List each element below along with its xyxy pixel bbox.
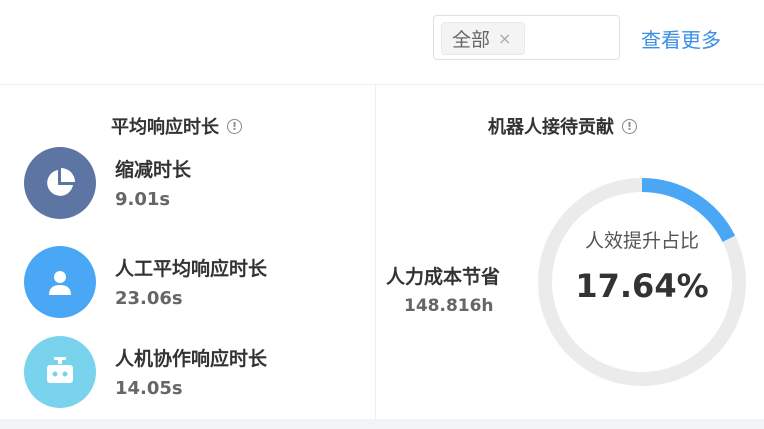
info-icon[interactable]: !: [622, 118, 637, 134]
stats-card: 全部 × 查看更多 平均响应时长 ! 缩减时长 9.01s 人工平均响应时长 2…: [0, 0, 764, 419]
metric-value: 9.01s: [115, 189, 171, 210]
cost-saving-label: 人力成本节省: [386, 266, 501, 288]
metric-label: 缩减时长: [115, 159, 192, 181]
metric-label: 人机协作响应时长: [115, 348, 268, 370]
ring-center: 人效提升占比 17.64%: [575, 225, 709, 305]
scope-tag: 全部 ×: [441, 22, 525, 55]
view-more-link[interactable]: 查看更多: [641, 24, 721, 53]
close-icon[interactable]: ×: [498, 29, 511, 48]
user-icon: [24, 246, 96, 318]
cost-saving-value: 148.816h: [404, 296, 494, 316]
robot-contribution-title: 机器人接待贡献 !: [488, 113, 637, 139]
ring-value: 17.64%: [575, 267, 709, 305]
column-divider: [375, 85, 376, 419]
metric-value: 14.05s: [115, 378, 183, 399]
robot-glyph: [47, 357, 73, 383]
scope-tag-label: 全部: [452, 29, 491, 51]
metric-value: 23.06s: [115, 288, 183, 309]
scope-select[interactable]: 全部 ×: [433, 15, 620, 60]
ring-label: 人效提升占比: [584, 230, 699, 252]
info-icon[interactable]: !: [227, 118, 242, 134]
user-glyph: [49, 271, 71, 295]
robot-contribution-title-text: 机器人接待贡献: [488, 117, 614, 138]
avg-response-title-text: 平均响应时长: [111, 117, 219, 138]
avg-response-title: 平均响应时长 !: [111, 113, 242, 139]
metric-label: 人工平均响应时长: [115, 258, 268, 280]
pie-chart-glyph: [47, 168, 75, 196]
robot-icon: [24, 336, 96, 408]
pie-chart-icon: [24, 147, 96, 219]
filter-bar: 全部 × 查看更多: [0, 0, 764, 85]
